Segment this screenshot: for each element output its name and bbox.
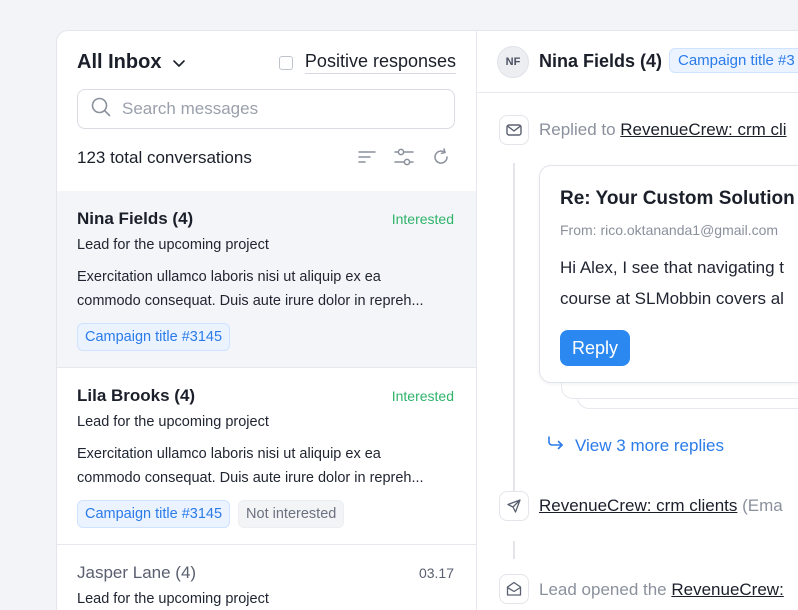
email-subject: Re: Your Custom Solution — [560, 188, 795, 209]
inbox-selector[interactable]: All Inbox — [77, 51, 187, 74]
conversation-item[interactable]: Jasper Lane (4) 03.17 Lead for the upcom… — [57, 545, 476, 610]
preview-line: Exercitation ullamco laboris nisi ut ali… — [77, 446, 381, 462]
view-more-replies[interactable]: View 3 more replies — [547, 435, 724, 456]
message-preview: Exercitation ullamco laboris nisi ut ali… — [77, 265, 457, 313]
inbox-label: All Inbox — [77, 51, 162, 73]
search-box — [77, 89, 455, 129]
email-card: Re: Your Custom Solution From: rico.okta… — [539, 165, 798, 383]
avatar: NF — [497, 46, 529, 78]
conversation-list: Nina Fields (4) Interested Lead for the … — [57, 191, 476, 610]
event-prefix: Replied to — [539, 120, 621, 139]
search-input[interactable] — [122, 99, 442, 119]
list-toolbar — [358, 148, 450, 171]
email-line: course at SLMobbin covers al — [560, 289, 784, 308]
contact-name: Nina Fields (4) — [539, 51, 663, 71]
conversation-item[interactable]: Lila Brooks (4) Interested Lead for the … — [57, 368, 476, 545]
conversation-subtitle: Lead for the upcoming project — [77, 237, 269, 253]
tag-list: Campaign title #3145 — [77, 323, 456, 351]
chevron-down-icon — [171, 55, 187, 71]
timeline-line — [513, 541, 515, 559]
campaign-link[interactable]: RevenueCrew: crm cli — [620, 120, 786, 139]
email-line: Hi Alex, I see that navigating t — [560, 258, 784, 277]
contact-name: Jasper Lane (4) — [77, 563, 197, 582]
event-suffix: (Ema — [737, 496, 783, 515]
positive-responses-filter: Positive responses — [278, 51, 456, 74]
campaign-tag[interactable]: Campaign title #3145 — [77, 323, 231, 351]
email-from: From: rico.oktananda1@gmail.com — [560, 222, 779, 238]
preview-line: commodo consequat. Duis aute irure dolor… — [77, 293, 424, 309]
total-conversations: 123 total conversations — [77, 148, 252, 167]
timeline-event: RevenueCrew: crm clients (Ema — [539, 496, 783, 516]
mail-icon — [499, 115, 529, 145]
positive-responses-label: Positive responses — [304, 51, 456, 74]
preview-line: Exercitation ullamco laboris nisi ut ali… — [77, 269, 381, 285]
positive-responses-checkbox[interactable] — [278, 55, 293, 70]
reply-button[interactable]: Reply — [560, 330, 630, 366]
send-icon — [499, 491, 529, 521]
mail-open-icon — [499, 574, 529, 604]
inbox-app: All Inbox Positive responses 123 total c… — [56, 30, 798, 610]
campaign-tag[interactable]: Campaign title #3 — [669, 48, 798, 73]
conversation-header: NF Nina Fields (4) Campaign title #3 — [477, 31, 798, 93]
timeline-line — [513, 163, 515, 503]
tag-list: Campaign title #3145 Not interested — [77, 500, 456, 528]
view-more-label: View 3 more replies — [575, 435, 724, 455]
timeline-event: Replied to RevenueCrew: crm cli — [539, 120, 787, 140]
conversation-subtitle: Lead for the upcoming project — [77, 591, 269, 607]
campaign-tag[interactable]: Campaign title #3145 — [77, 500, 231, 528]
status-label: Interested — [391, 211, 454, 227]
conversation-item[interactable]: Nina Fields (4) Interested Lead for the … — [57, 191, 476, 368]
preview-line: commodo consequat. Duis aute irure dolor… — [77, 470, 424, 486]
conversation-list-panel: All Inbox Positive responses 123 total c… — [57, 31, 477, 610]
refresh-icon[interactable] — [432, 148, 450, 171]
conversation-detail-panel: NF Nina Fields (4) Campaign title #3 Rep… — [477, 31, 798, 610]
status-label: Interested — [391, 388, 454, 404]
message-preview: Exercitation ullamco laboris nisi ut ali… — [77, 442, 457, 490]
email-body: Hi Alex, I see that navigating t course … — [560, 252, 784, 314]
campaign-link[interactable]: RevenueCrew: — [671, 580, 783, 599]
reply-arrow-icon — [547, 435, 565, 456]
sort-icon[interactable] — [358, 150, 376, 169]
conversation-subtitle: Lead for the upcoming project — [77, 414, 269, 430]
campaign-link[interactable]: RevenueCrew: crm clients — [539, 496, 737, 515]
conversation-date: 03.17 — [418, 565, 454, 581]
timeline-event: Lead opened the RevenueCrew: — [539, 580, 784, 600]
status-tag[interactable]: Not interested — [238, 500, 345, 528]
search-icon — [90, 96, 112, 123]
filter-sliders-icon[interactable] — [394, 148, 414, 171]
event-prefix: Lead opened the — [539, 580, 672, 599]
